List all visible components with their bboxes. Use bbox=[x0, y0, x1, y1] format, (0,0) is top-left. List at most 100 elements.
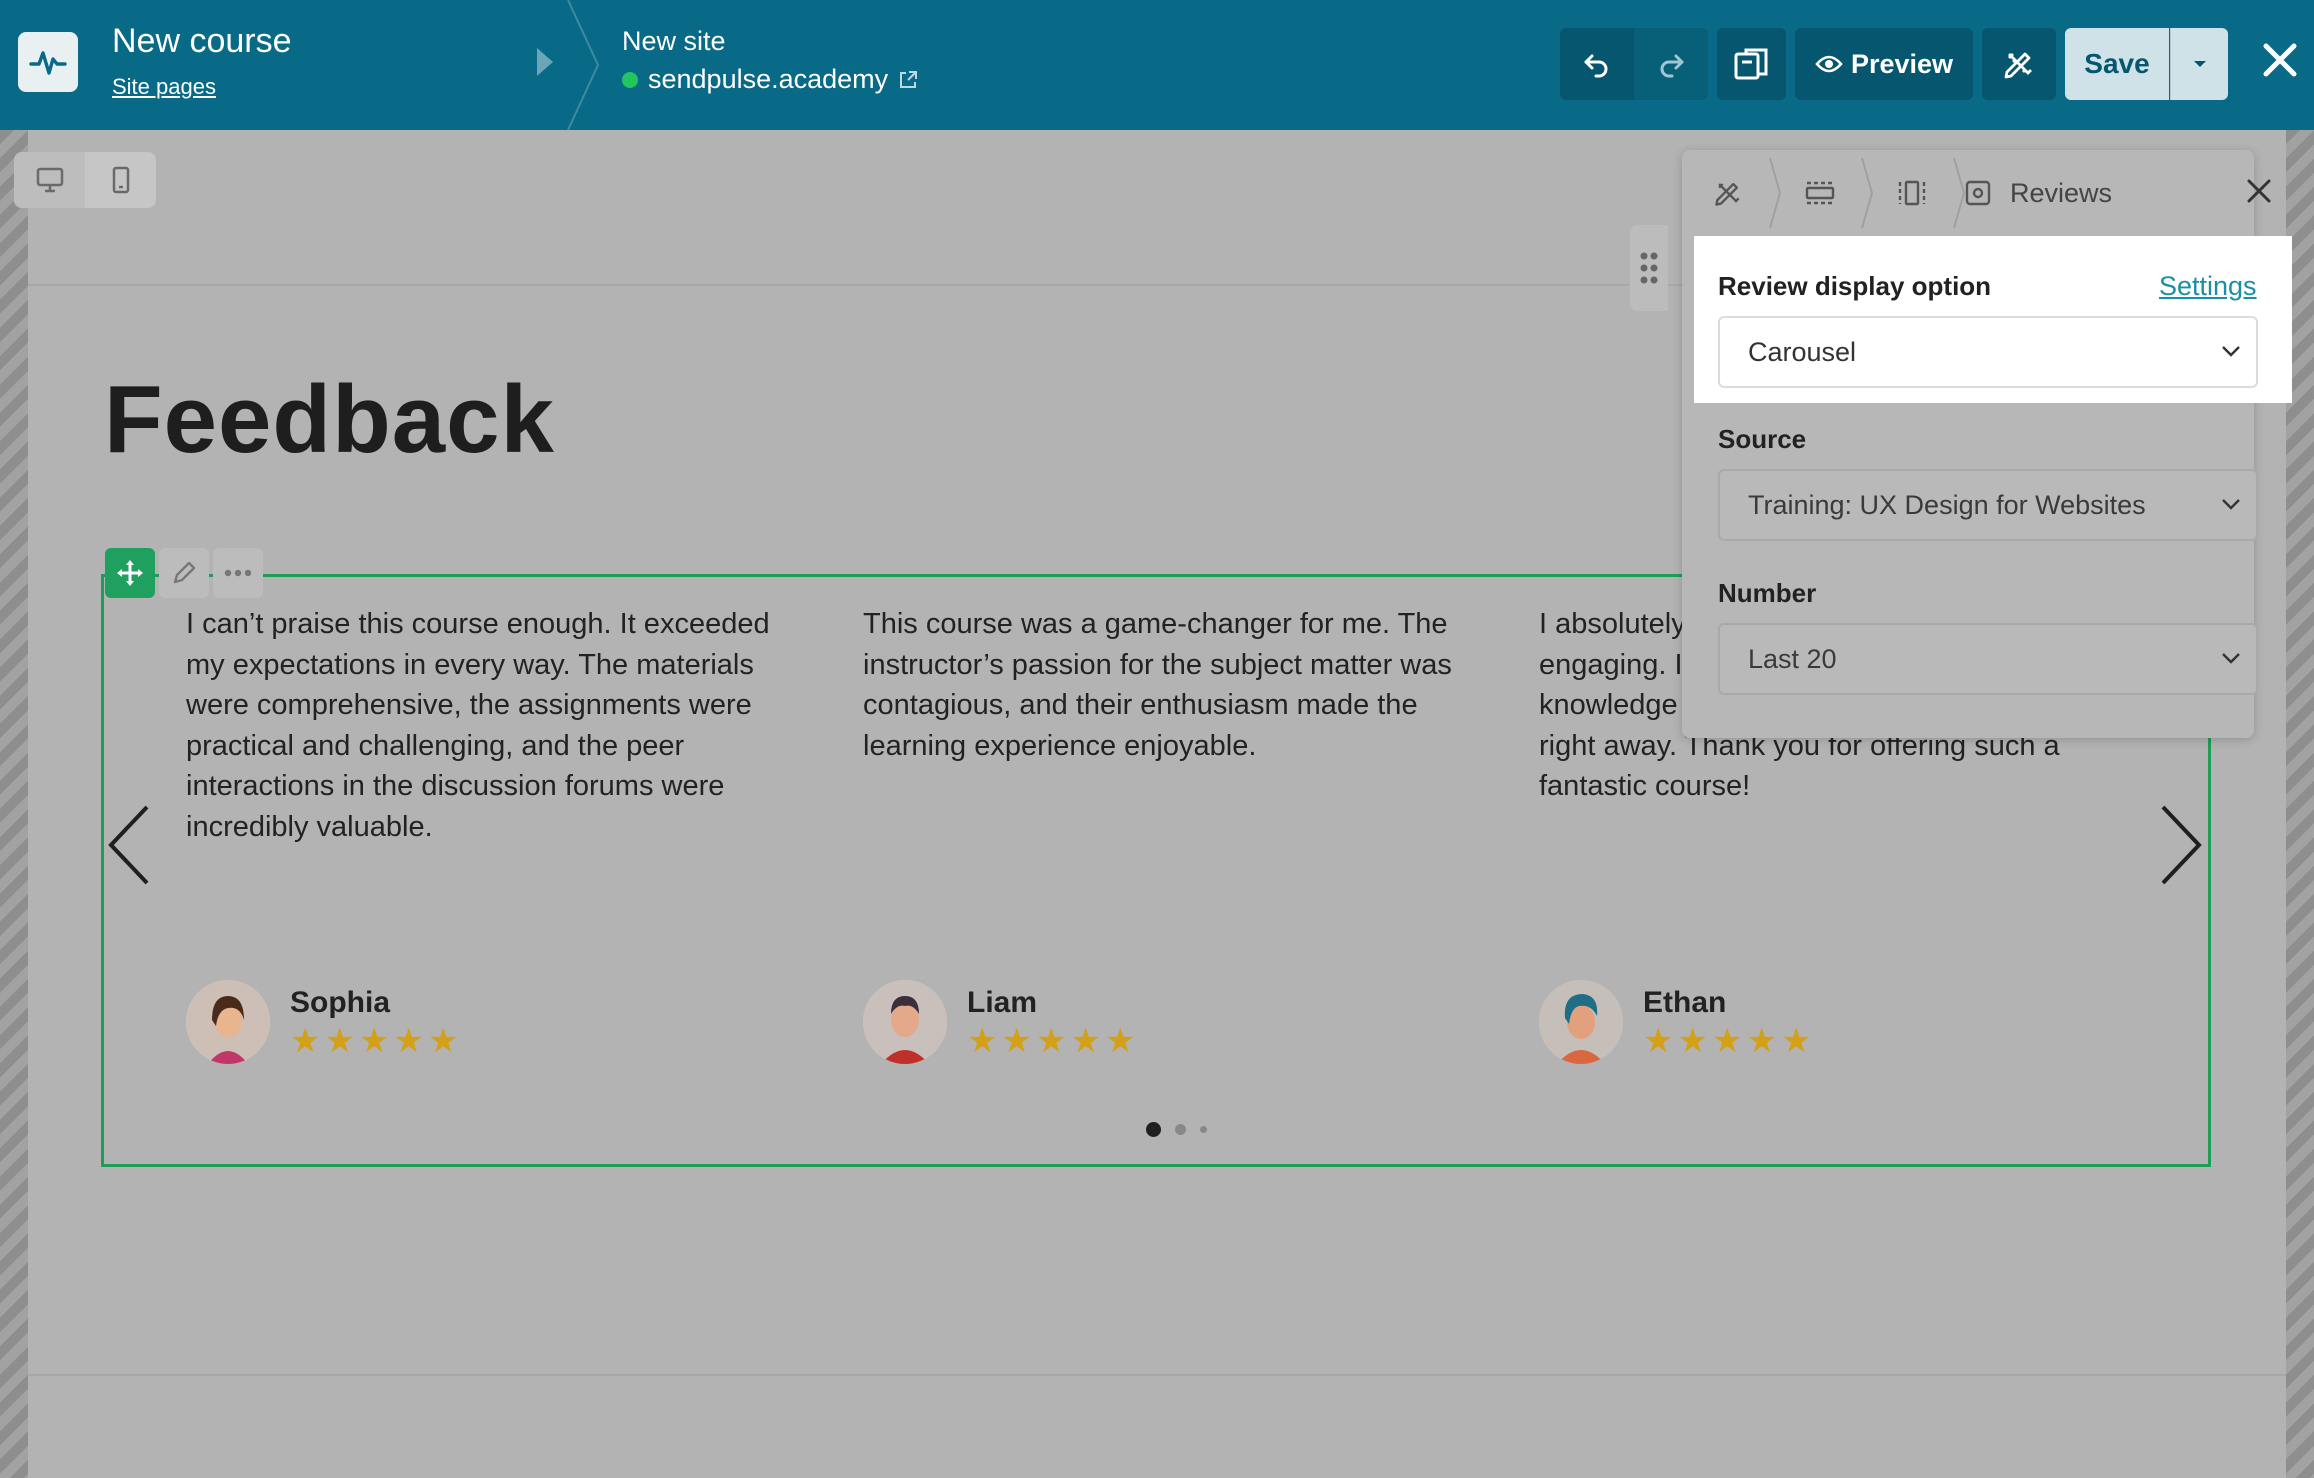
site-status-icon bbox=[622, 71, 638, 88]
star-icon: ★ bbox=[1677, 1021, 1708, 1061]
mobile-icon bbox=[112, 166, 129, 194]
desktop-icon bbox=[36, 167, 63, 193]
carousel-prev-button[interactable] bbox=[104, 805, 154, 885]
star-icon: ★ bbox=[1104, 1021, 1136, 1061]
review-author: Sophia ★ ★ ★ ★ ★ bbox=[186, 980, 458, 1064]
star-rating: ★ ★ ★ ★ ★ bbox=[967, 1024, 1135, 1058]
redo-button[interactable] bbox=[1634, 28, 1708, 100]
pencil-icon bbox=[173, 561, 196, 584]
author-name: Ethan bbox=[1643, 986, 1727, 1019]
star-rating: ★ ★ ★ ★ ★ bbox=[290, 1024, 458, 1058]
tab-design[interactable] bbox=[1682, 150, 1782, 236]
mobile-view-button[interactable] bbox=[85, 152, 156, 208]
preview-button[interactable]: Preview bbox=[1795, 28, 1973, 100]
eye-icon bbox=[1815, 55, 1843, 73]
star-rating: ★ ★ ★ ★ ★ bbox=[1643, 1024, 1811, 1058]
save-options-button[interactable] bbox=[2170, 28, 2228, 100]
star-icon: ★ bbox=[290, 1021, 321, 1061]
element-settings-icon bbox=[1965, 180, 1991, 206]
close-panel-button[interactable] bbox=[2244, 176, 2274, 210]
number-value: Last 20 bbox=[1748, 643, 1837, 674]
chevron-down-icon bbox=[2222, 346, 2240, 357]
source-select[interactable]: Training: UX Design for Websites bbox=[1718, 469, 2258, 541]
author-name: Sophia bbox=[290, 986, 391, 1019]
site-pages-link[interactable]: Site pages bbox=[112, 74, 216, 100]
star-icon: ★ bbox=[1746, 1021, 1777, 1061]
panel-title: Reviews bbox=[2010, 177, 2113, 208]
review-author: Liam ★ ★ ★ ★ ★ bbox=[863, 980, 1135, 1064]
author-name: Liam bbox=[967, 986, 1038, 1019]
display-option-select[interactable]: Carousel bbox=[1718, 316, 2258, 388]
close-editor-button[interactable] bbox=[2258, 38, 2302, 82]
star-icon: ★ bbox=[1711, 1021, 1743, 1061]
settings-link[interactable]: Settings bbox=[2159, 271, 2257, 302]
site-title: New site bbox=[622, 26, 726, 56]
redo-icon bbox=[1660, 54, 1684, 78]
star-icon: ★ bbox=[324, 1021, 355, 1061]
section-icon bbox=[1805, 181, 1835, 205]
star-icon: ★ bbox=[1001, 1021, 1032, 1061]
number-select[interactable]: Last 20 bbox=[1718, 623, 2258, 695]
move-element-button[interactable] bbox=[105, 548, 155, 598]
column-icon bbox=[1898, 180, 1926, 206]
layers-button[interactable] bbox=[1717, 28, 1786, 100]
app-logo-icon[interactable] bbox=[18, 32, 78, 92]
avatar bbox=[186, 980, 270, 1064]
carousel-dot[interactable] bbox=[1200, 1126, 1207, 1133]
section-drag-handle[interactable] bbox=[1630, 225, 1668, 311]
review-text: I can’t praise this course enough. It ex… bbox=[186, 608, 770, 843]
save-button[interactable]: Save bbox=[2065, 28, 2169, 100]
carousel-dot[interactable] bbox=[1146, 1122, 1161, 1137]
chevron-down-icon bbox=[2222, 653, 2240, 664]
edit-element-button[interactable] bbox=[159, 548, 209, 598]
star-icon: ★ bbox=[393, 1021, 424, 1061]
drag-dots-icon bbox=[1640, 252, 1658, 284]
review-author: Ethan ★ ★ ★ ★ ★ bbox=[1539, 980, 1811, 1064]
site-url-link[interactable]: sendpulse.academy bbox=[622, 64, 918, 95]
review-card: This course was a game-changer for me. T… bbox=[863, 604, 1473, 766]
section-divider bbox=[28, 1374, 2286, 1376]
close-icon bbox=[2247, 179, 2271, 203]
star-icon: ★ bbox=[427, 1021, 459, 1061]
expand-triangle-icon[interactable] bbox=[537, 48, 553, 76]
more-dots-icon bbox=[224, 569, 252, 577]
desktop-view-button[interactable] bbox=[14, 152, 85, 208]
design-tools-button[interactable] bbox=[1982, 28, 2056, 100]
star-icon: ★ bbox=[967, 1021, 998, 1061]
review-card: I can’t praise this course enough. It ex… bbox=[186, 604, 796, 847]
star-icon: ★ bbox=[1035, 1021, 1067, 1061]
device-switcher bbox=[14, 152, 156, 208]
avatar bbox=[863, 980, 947, 1064]
carousel-next-button[interactable] bbox=[2156, 805, 2206, 885]
star-icon: ★ bbox=[358, 1021, 390, 1061]
chevron-right-icon bbox=[2161, 805, 2202, 885]
display-option-label: Review display option bbox=[1718, 271, 1992, 301]
external-link-icon bbox=[900, 70, 918, 88]
more-options-button[interactable] bbox=[213, 548, 263, 598]
course-title: New course bbox=[112, 22, 292, 60]
breadcrumb-divider bbox=[567, 0, 600, 130]
tab-reviews[interactable]: Reviews bbox=[1958, 150, 2138, 236]
carousel-dot[interactable] bbox=[1175, 1124, 1186, 1135]
avatar bbox=[1539, 980, 1623, 1064]
tab-column[interactable] bbox=[1866, 150, 1966, 236]
canvas-gutter-left bbox=[0, 130, 28, 1478]
tab-section[interactable] bbox=[1774, 150, 1874, 236]
display-option-value: Carousel bbox=[1748, 336, 1857, 367]
carousel-pagination bbox=[1146, 1122, 1207, 1137]
star-icon: ★ bbox=[1070, 1021, 1101, 1061]
source-value: Training: UX Design for Websites bbox=[1748, 489, 2146, 520]
layers-icon bbox=[1734, 48, 1767, 80]
pencil-ruler-icon bbox=[2004, 52, 2032, 79]
preview-label: Preview bbox=[1850, 48, 1954, 79]
undo-button[interactable] bbox=[1560, 28, 1634, 100]
section-heading[interactable]: Feedback bbox=[104, 365, 555, 475]
source-label: Source bbox=[1718, 424, 1807, 454]
chevron-left-icon bbox=[108, 805, 149, 885]
caret-down-icon bbox=[2193, 61, 2206, 67]
pencil-ruler-icon bbox=[1715, 182, 1740, 206]
panel-tabs: Reviews bbox=[1682, 150, 2254, 236]
star-icon: ★ bbox=[1780, 1021, 1812, 1061]
top-bar: New course Site pages New site sendpulse… bbox=[0, 0, 2314, 130]
move-icon bbox=[117, 560, 143, 586]
